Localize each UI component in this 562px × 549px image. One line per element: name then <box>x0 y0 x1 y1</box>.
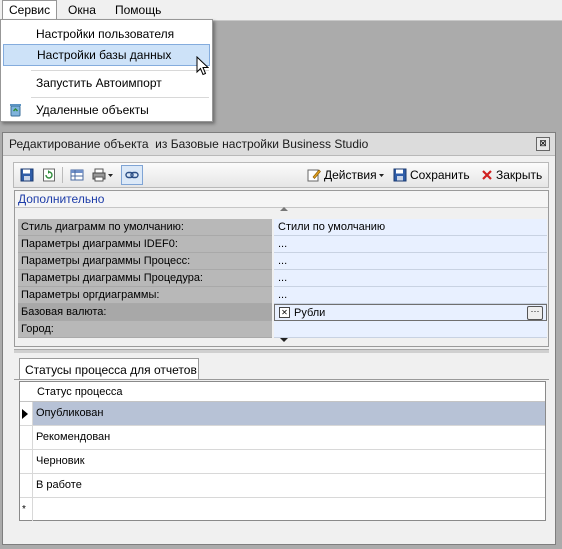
property-row-base-currency[interactable]: Базовая валюта: ✕ Рубли ··· <box>18 304 547 321</box>
property-row[interactable]: Параметры диаграммы Процесс: ... <box>18 253 547 270</box>
save-icon[interactable] <box>20 168 34 182</box>
table-new-row[interactable]: * <box>20 498 545 522</box>
row-indicator: * <box>20 498 33 521</box>
property-value[interactable]: Стили по умолчанию <box>274 219 547 236</box>
tab-process-statuses[interactable]: Статусы процесса для отчетов <box>19 358 199 380</box>
menu-help[interactable]: Помощь <box>109 0 167 20</box>
property-name: Параметры диаграммы Процесс: <box>18 253 272 270</box>
table-row[interactable]: Рекомендован <box>20 426 545 450</box>
property-name: Параметры диаграммы IDEF0: <box>18 236 272 253</box>
close-icon <box>482 170 492 180</box>
checkbox-checked[interactable]: ✕ <box>279 306 290 318</box>
actions-icon <box>307 169 321 182</box>
toolbar-separator <box>62 167 63 183</box>
row-indicator <box>20 474 33 497</box>
toolbar: Действия Сохранить Закрыть <box>13 162 549 188</box>
save-button[interactable]: Сохранить <box>410 167 470 184</box>
chevron-down-icon[interactable] <box>107 168 114 182</box>
edit-object-window: Редактирование объекта из Базовые настро… <box>2 132 556 545</box>
menu-separator <box>31 70 209 71</box>
column-header-status[interactable]: Статус процесса <box>20 382 545 402</box>
menu-item-deleted-objects[interactable]: Удаленные объекты <box>3 99 210 121</box>
menu-item-label: Настройки пользователя <box>36 27 175 41</box>
splitter[interactable] <box>14 349 549 353</box>
table-icon[interactable] <box>70 168 84 182</box>
row-indicator <box>20 402 33 425</box>
menu-item-label: Запустить Автоимпорт <box>36 76 162 90</box>
table-cell[interactable]: Черновик <box>33 450 545 473</box>
property-value[interactable]: ... <box>274 287 547 304</box>
menu-windows[interactable]: Окна <box>62 0 102 20</box>
table-cell[interactable]: Опубликован <box>33 402 545 425</box>
table-row[interactable]: Опубликован <box>20 402 545 426</box>
menu-item-label: Удаленные объекты <box>36 103 149 117</box>
row-indicator <box>20 450 33 473</box>
service-dropdown-menu: Настройки пользователя Настройки базы да… <box>0 19 213 122</box>
window-titlebar: Редактирование объекта из Базовые настро… <box>3 133 555 156</box>
window-title: Редактирование объекта из Базовые настро… <box>9 137 369 151</box>
property-value[interactable]: ... <box>274 270 547 287</box>
property-row[interactable]: Параметры диаграммы Процедура: ... <box>18 270 547 287</box>
property-value[interactable]: ... <box>274 253 547 270</box>
menu-item-database-settings[interactable]: Настройки базы данных <box>3 44 210 66</box>
menu-item-run-autoimport[interactable]: Запустить Автоимпорт <box>3 72 210 94</box>
menu-service[interactable]: Сервис <box>2 0 58 20</box>
actions-button[interactable]: Действия <box>324 167 377 184</box>
table-cell[interactable] <box>33 498 545 521</box>
table-row[interactable]: Черновик <box>20 450 545 474</box>
chevron-down-icon[interactable] <box>378 168 385 182</box>
refresh-icon[interactable] <box>42 168 56 182</box>
status-table: Статус процесса Опубликован Рекомендован… <box>19 381 546 521</box>
property-name: Параметры диаграммы Процедура: <box>18 270 272 287</box>
property-name: Город: <box>18 321 272 338</box>
menu-bar: Сервис Окна Помощь <box>0 0 562 21</box>
property-name: Стиль диаграмм по умолчанию: <box>18 219 272 236</box>
property-row[interactable]: Город: <box>18 321 547 338</box>
close-button[interactable]: Закрыть <box>496 167 542 184</box>
property-value[interactable] <box>274 321 547 338</box>
table-cell[interactable]: В работе <box>33 474 545 497</box>
scroll-up-icon[interactable] <box>280 207 288 211</box>
new-row-marker: * <box>22 504 26 515</box>
property-row[interactable]: Параметры диаграммы IDEF0: ... <box>18 236 547 253</box>
property-name: Параметры оргдиаграммы: <box>18 287 272 304</box>
table-row[interactable]: В работе <box>20 474 545 498</box>
tab-divider <box>14 379 549 380</box>
property-category[interactable]: Дополнительно <box>15 191 548 208</box>
save-icon <box>393 168 407 182</box>
menu-item-label: Настройки базы данных <box>37 48 172 62</box>
print-icon[interactable] <box>92 168 106 182</box>
property-value[interactable]: ... <box>274 236 547 253</box>
property-row[interactable]: Стиль диаграмм по умолчанию: Стили по ум… <box>18 219 547 236</box>
recycle-bin-icon <box>10 104 21 117</box>
row-indicator <box>20 426 33 449</box>
property-name: Базовая валюта: <box>18 304 272 321</box>
property-row[interactable]: Параметры оргдиаграммы: ... <box>18 287 547 304</box>
scroll-down-icon[interactable] <box>280 338 288 342</box>
close-window-button[interactable]: ⊠ <box>536 137 550 151</box>
ellipsis-button[interactable]: ··· <box>527 306 543 320</box>
table-cell[interactable]: Рекомендован <box>33 426 545 449</box>
link-button[interactable] <box>121 165 143 185</box>
property-value[interactable]: ✕ Рубли ··· <box>274 304 547 321</box>
menu-item-user-settings[interactable]: Настройки пользователя <box>3 23 210 45</box>
link-icon <box>125 171 139 179</box>
currency-value: Рубли <box>294 307 326 319</box>
current-row-arrow-icon <box>22 409 28 419</box>
menu-separator <box>31 97 209 98</box>
mouse-cursor-icon <box>196 56 209 76</box>
property-grid: Дополнительно Стиль диаграмм по умолчани… <box>14 190 549 347</box>
